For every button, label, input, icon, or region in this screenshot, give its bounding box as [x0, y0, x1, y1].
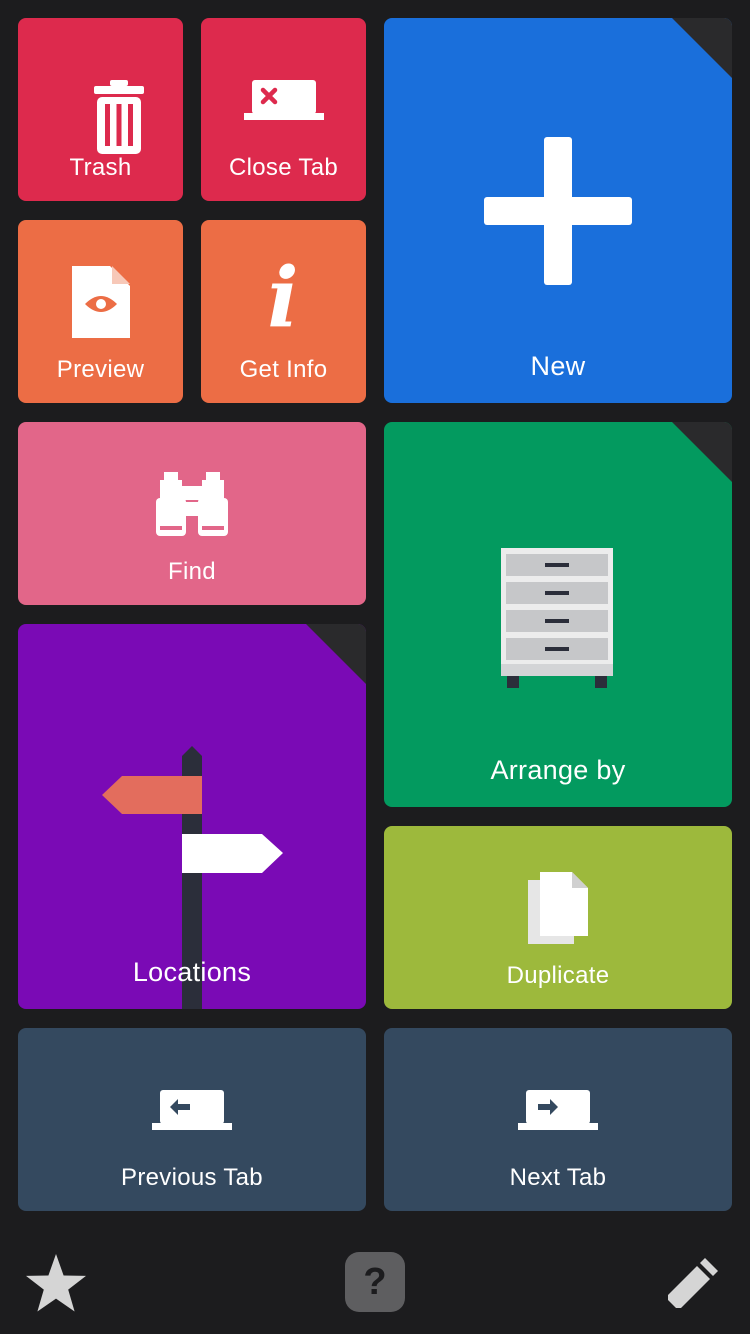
previous-tab-label: Previous Tab [121, 1164, 263, 1191]
previous-tab-icon [152, 1090, 232, 1130]
preview-button[interactable]: Preview [18, 220, 183, 403]
trash-icon [94, 80, 144, 154]
previous-tab-button[interactable]: Previous Tab [18, 1028, 366, 1211]
binoculars-icon [156, 472, 228, 536]
trash-label: Trash [69, 154, 132, 181]
corner-fold [306, 624, 366, 684]
arrange-by-label: Arrange by [490, 755, 626, 785]
new-label: New [530, 351, 586, 381]
get-info-label: Get Info [239, 356, 328, 383]
locations-button[interactable]: Locations [18, 624, 366, 1009]
new-button[interactable]: New [384, 18, 732, 403]
corner-fold [672, 18, 732, 78]
next-tab-icon [518, 1090, 598, 1130]
close-tab-icon [244, 80, 324, 120]
arrange-by-button[interactable]: Arrange by [384, 422, 732, 807]
pencil-icon[interactable] [666, 1254, 722, 1310]
star-icon[interactable] [24, 1252, 88, 1314]
question-icon: ? [363, 1261, 387, 1303]
close-tab-button[interactable]: Close Tab [201, 18, 366, 201]
help-button[interactable]: ? [345, 1252, 405, 1312]
duplicate-button[interactable]: Duplicate [384, 826, 732, 1009]
close-tab-label: Close Tab [229, 154, 338, 181]
next-tab-label: Next Tab [509, 1164, 607, 1191]
locations-label: Locations [132, 957, 252, 987]
corner-fold [672, 422, 732, 482]
bottom-toolbar: ? [0, 1240, 750, 1334]
duplicate-icon [528, 872, 588, 944]
preview-document-icon [72, 266, 130, 338]
trash-button[interactable]: Trash [18, 18, 183, 201]
filing-cabinet-icon [501, 548, 613, 688]
info-icon: i [267, 250, 299, 346]
get-info-button[interactable]: i Get Info [201, 220, 366, 403]
preview-label: Preview [56, 356, 145, 383]
find-label: Find [168, 558, 216, 585]
plus-icon [484, 137, 632, 285]
duplicate-label: Duplicate [506, 962, 610, 989]
next-tab-button[interactable]: Next Tab [384, 1028, 732, 1211]
find-button[interactable]: Find [18, 422, 366, 605]
